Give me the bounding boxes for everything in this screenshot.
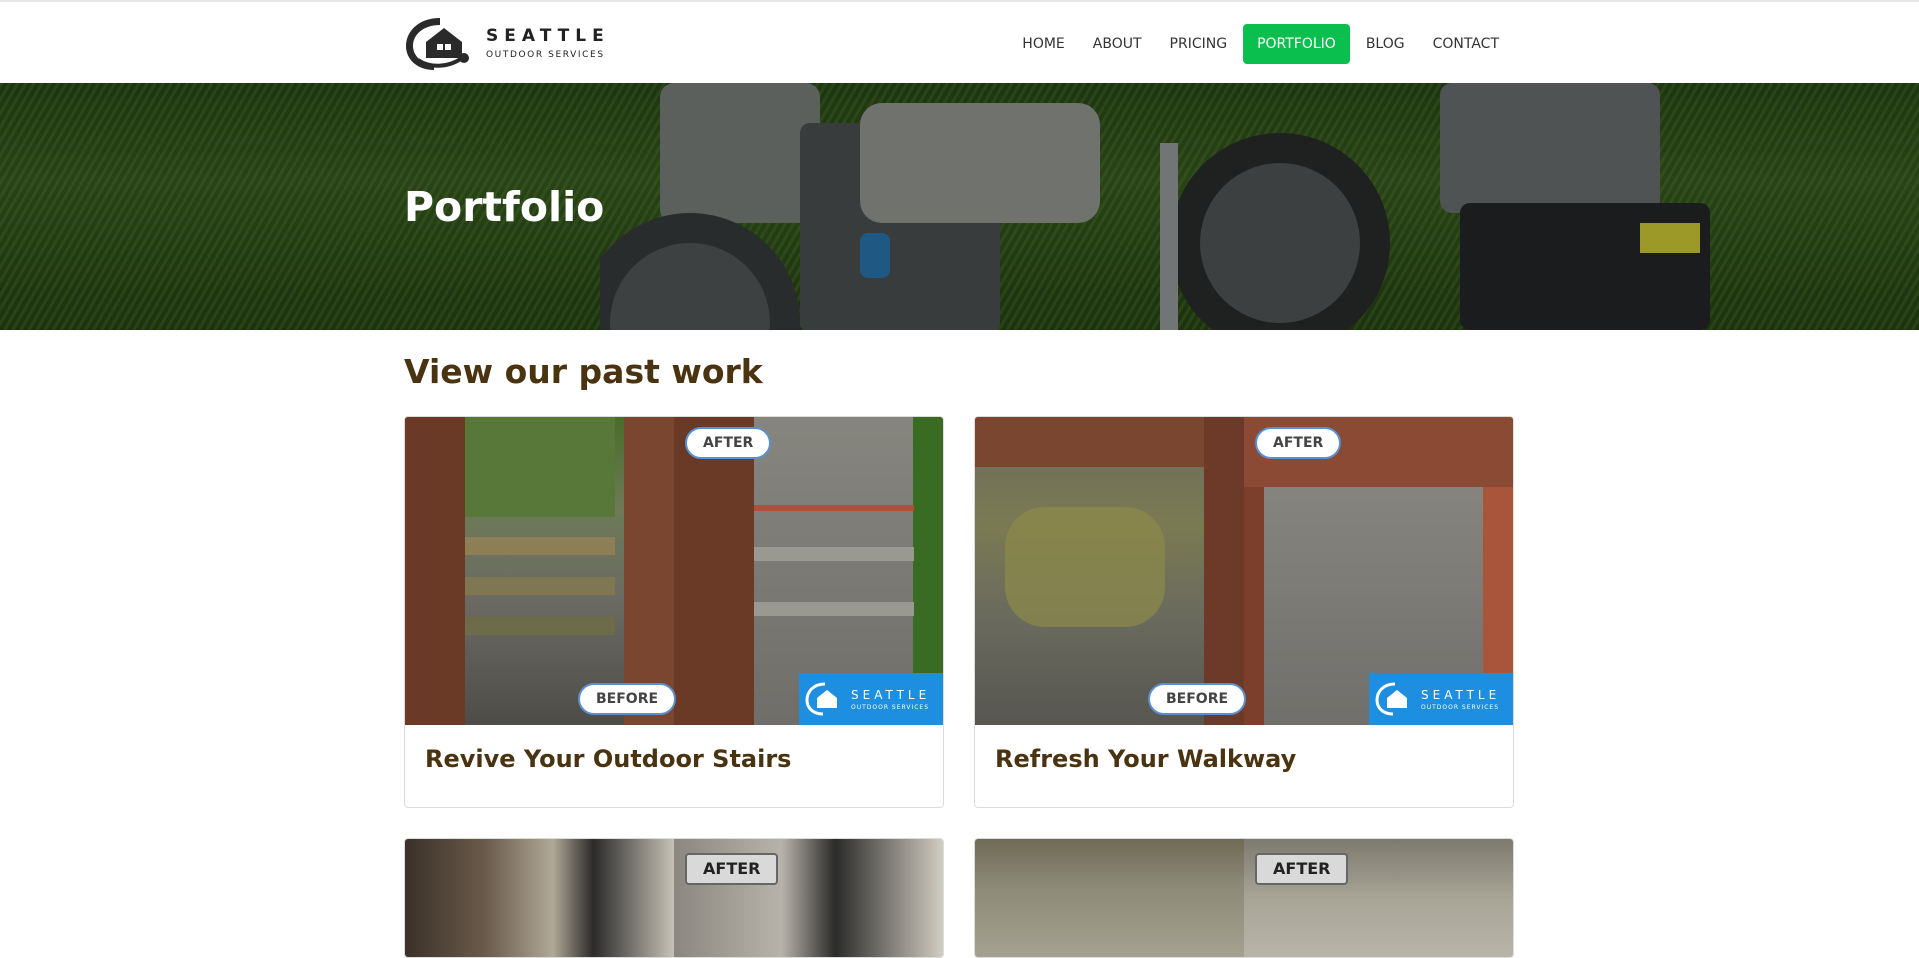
- portfolio-card-walkway[interactable]: AFTER BEFORE SEATTLE OUTDOOR SERVICES Re…: [974, 416, 1514, 808]
- before-badge: BEFORE: [1148, 683, 1247, 715]
- nav-portfolio[interactable]: PORTFOLIO: [1243, 24, 1350, 64]
- house-logo-icon: [805, 682, 837, 716]
- hero-banner: Portfolio: [0, 83, 1919, 330]
- site-header: SEATTLE OUTDOOR SERVICES HOME ABOUT PRIC…: [0, 0, 1919, 83]
- after-badge: AFTER: [1255, 427, 1342, 459]
- nav-blog[interactable]: BLOG: [1352, 24, 1419, 64]
- brand-name: SEATTLE: [486, 26, 610, 46]
- nav-contact[interactable]: CONTACT: [1419, 24, 1513, 64]
- house-logo-icon: [1375, 682, 1407, 716]
- before-after-photo: AFTER: [975, 839, 1513, 957]
- brand-tagline: OUTDOOR SERVICES: [486, 50, 605, 60]
- before-after-photo: AFTER BEFORE SEATTLE OUTDOOR SERVICES: [975, 417, 1513, 725]
- after-badge: AFTER: [1255, 853, 1349, 885]
- main-nav: HOME ABOUT PRICING PORTFOLIO BLOG CONTAC…: [1008, 24, 1513, 64]
- site-logo[interactable]: SEATTLE OUTDOOR SERVICES: [404, 14, 614, 72]
- before-after-photo: AFTER BEFORE SEATTLE OUTDOOR SERVICES: [405, 417, 943, 725]
- card-title[interactable]: Refresh Your Walkway: [975, 725, 1513, 805]
- card-title[interactable]: Revive Your Outdoor Stairs: [405, 725, 943, 805]
- portfolio-card-stairs[interactable]: AFTER BEFORE SEATTLE OUTDOOR SERVICES Re…: [404, 416, 944, 808]
- nav-pricing[interactable]: PRICING: [1156, 24, 1242, 64]
- brand-watermark: SEATTLE OUTDOOR SERVICES: [799, 673, 943, 725]
- brand-watermark: SEATTLE OUTDOOR SERVICES: [1369, 673, 1513, 725]
- portfolio-card-4[interactable]: AFTER: [974, 838, 1514, 958]
- section-title: View our past work: [404, 352, 763, 391]
- before-after-photo: AFTER: [405, 839, 943, 957]
- nav-home[interactable]: HOME: [1008, 24, 1078, 64]
- after-badge: AFTER: [685, 427, 772, 459]
- portfolio-card-3[interactable]: AFTER: [404, 838, 944, 958]
- before-badge: BEFORE: [578, 683, 677, 715]
- after-badge: AFTER: [685, 853, 779, 885]
- house-logo-icon: [406, 18, 469, 70]
- nav-about[interactable]: ABOUT: [1079, 24, 1156, 64]
- page-title: Portfolio: [404, 183, 605, 231]
